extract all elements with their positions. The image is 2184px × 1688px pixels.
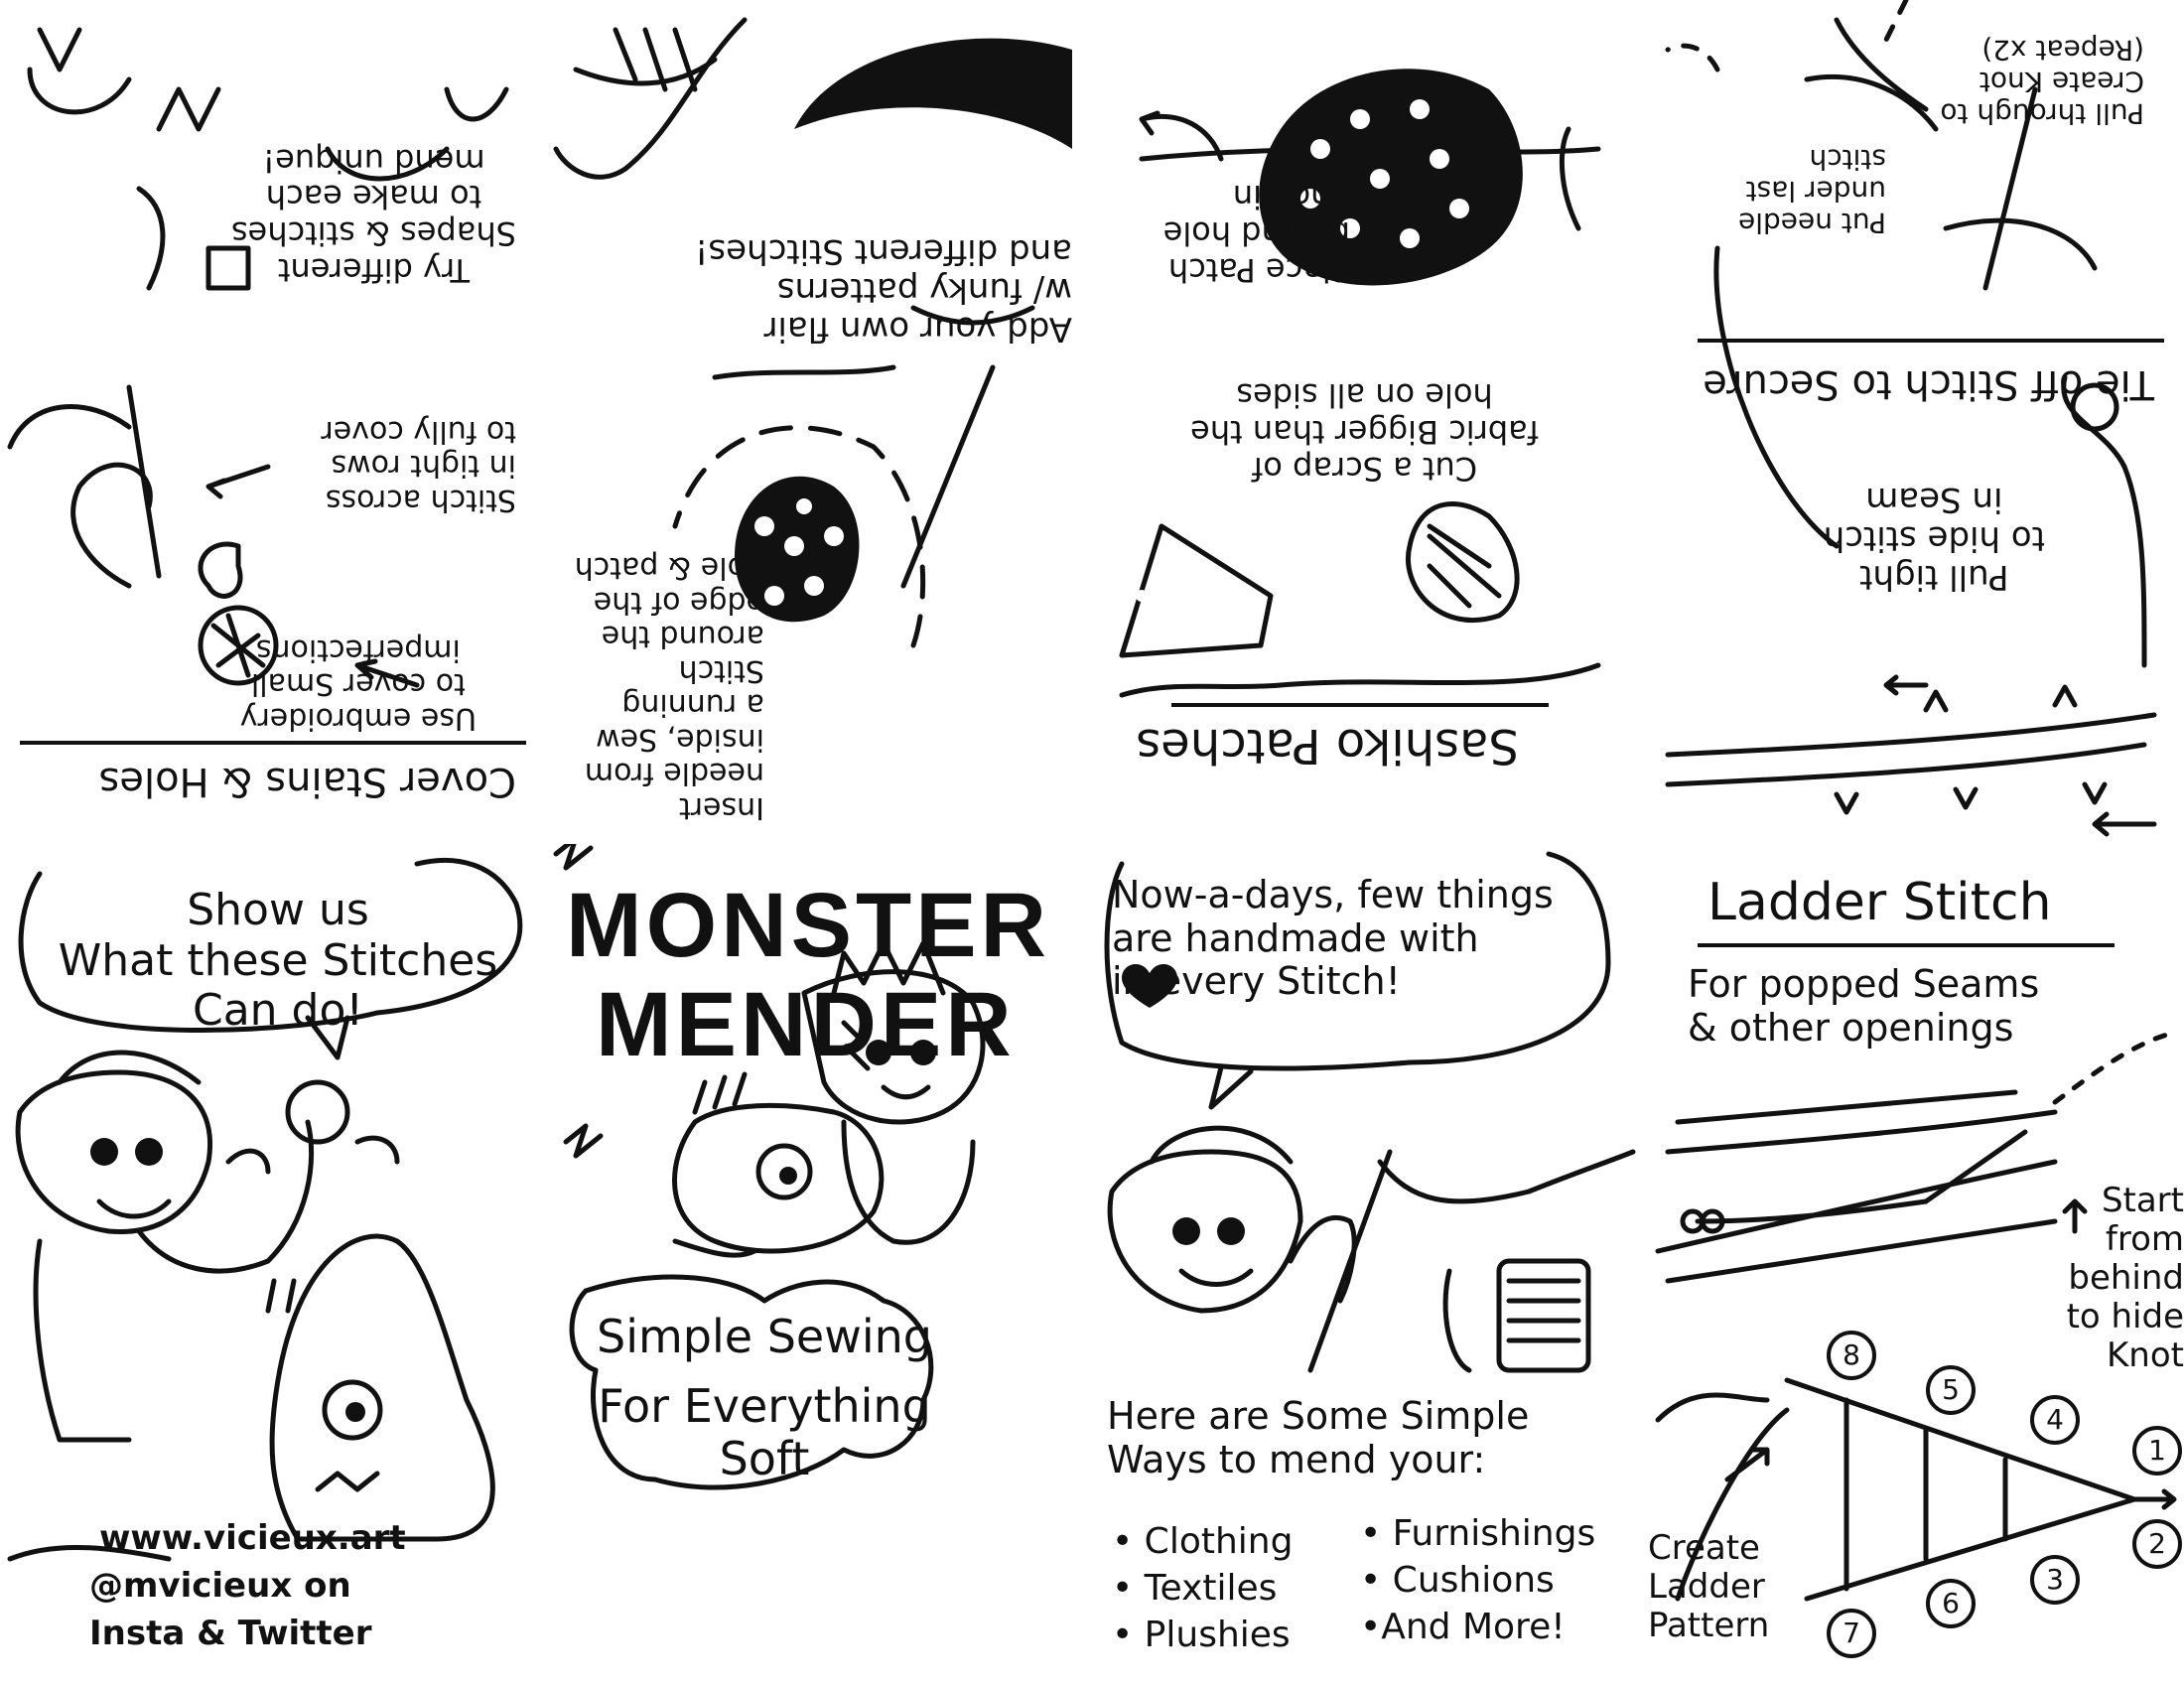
- flair-text: Add your own flair w/ funky patterns and…: [694, 230, 1072, 349]
- embroidery-text: Use embroidery to cover Small imperfecti…: [239, 633, 477, 736]
- list-item-clothing: • Clothing: [1112, 1521, 1294, 1562]
- social-platforms: Insta & Twitter: [89, 1614, 372, 1653]
- place-patch-text: Place Patch behind hole and Pin: [1162, 178, 1350, 289]
- cover-subtitle-line1: Simple Sewing: [597, 1310, 932, 1363]
- cut-scrap-text: Cut a Scrap of fabric Bigger than the ho…: [1190, 376, 1539, 488]
- insert-needle-text: Insert needle from inside, Sew a running…: [574, 550, 764, 826]
- zap-mark-tl: [553, 844, 594, 871]
- social-handle[interactable]: @mvicieux on: [89, 1566, 351, 1606]
- cover-subtitle-line2: For Everything Soft: [598, 1379, 931, 1485]
- panel-front-cover: MONSTER MENDER Simple Sewing For Everyth…: [546, 844, 1092, 1688]
- cover-title-line2: MENDER: [596, 974, 1016, 1075]
- list-item-textiles: • Textiles: [1112, 1567, 1278, 1609]
- list-item-cushions: • Cushions: [1360, 1559, 1555, 1601]
- stitch-rows-text: Stitch across in tight rows to fully cov…: [321, 414, 516, 517]
- stitch-point-6: 6: [1926, 1579, 1976, 1628]
- stitch-point-4: 4: [2030, 1395, 2080, 1445]
- stitch-point-8: 8: [1827, 1331, 1876, 1380]
- pull-tight-text: Pull tight to hide stitch in Seam: [1823, 479, 2045, 597]
- list-left: • Clothing • Textiles • Plushies: [1112, 1519, 1293, 1658]
- cover-title-line1: MONSTER: [566, 875, 1050, 976]
- website-link[interactable]: www.vicieux.art: [99, 1518, 406, 1558]
- list-item-furnishings: • Furnishings: [1360, 1513, 1596, 1554]
- intro-lead-text: Here are Some Simple Ways to mend your:: [1107, 1394, 1530, 1481]
- intro-speech-text: Now-a-days, few things are handmade with…: [1112, 873, 1554, 1004]
- zine-sheet: Tie off Stitch to Secure Pull tight to h…: [0, 0, 2184, 1688]
- list-item-more: •And More!: [1360, 1606, 1566, 1647]
- panel-patch-stitch: Insert needle from inside, Sew a running…: [546, 0, 1092, 844]
- stitch-point-7: 7: [1827, 1609, 1876, 1658]
- stitch-point-3: 3: [2030, 1555, 2080, 1605]
- panel-intro: Now-a-days, few things are handmade with…: [1092, 844, 1638, 1688]
- put-needle-text: Put needle under last stitch: [1738, 142, 1886, 239]
- stitch-point-1: 1: [2132, 1426, 2182, 1476]
- start-text: Start from behind to hide Knot: [2066, 1181, 2184, 1376]
- panel-sashiko: Sashiko Patches Cut a Scrap of fabric Bi…: [1092, 0, 1638, 844]
- shapes-text: Try different Shapes & stitches to make …: [230, 141, 516, 289]
- create-pattern-text: Create Ladder Pattern: [1648, 1528, 1770, 1646]
- panel-back-cover: Show us What these Stitches Can do! www.…: [0, 844, 546, 1688]
- panel-ladder-stitch: Ladder Stitch For popped Seams & other o…: [1638, 844, 2184, 1688]
- stitch-point-5: 5: [1926, 1365, 1976, 1415]
- back-speech-text: Show us What these Stitches Can do!: [58, 885, 498, 1037]
- list-item-plushies: • Plushies: [1112, 1614, 1291, 1655]
- stitch-point-2: 2: [2132, 1519, 2182, 1569]
- panel-tie-off: Tie off Stitch to Secure Pull tight to h…: [1638, 0, 2184, 844]
- list-right: • Furnishings • Cushions •And More!: [1360, 1511, 1595, 1650]
- pull-through-text: Pull through to Create Knot (Repeat x2): [1940, 33, 2144, 130]
- panel-cover-stains: Cover Stains & Holes Use embroidery to c…: [0, 0, 546, 844]
